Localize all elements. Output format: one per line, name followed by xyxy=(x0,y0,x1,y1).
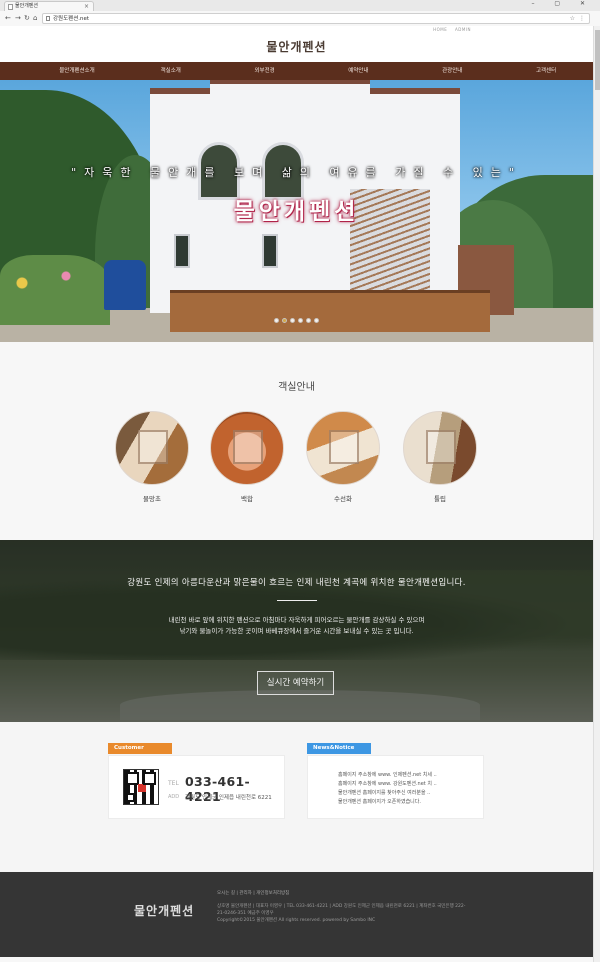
info-section: Customer Center TEL 033-461-4221 ADD 강원도… xyxy=(0,722,593,872)
tab-title: 물안개펜션 xyxy=(15,3,39,9)
nav-item-customer[interactable]: 고객센터 xyxy=(499,62,593,80)
banner-divider xyxy=(277,600,317,601)
banner-text: 내린천 바로 앞에 위치한 펜션으로 아침마다 자욱하게 피어오르는 물안개를 … xyxy=(0,615,593,637)
footer-copyright: Copyright©2015 물안개펜션 All rights reserved… xyxy=(217,918,376,923)
wooden-deck xyxy=(170,290,490,332)
customer-center-badge: Customer Center xyxy=(108,743,172,762)
banner-text-line: 내린천 바로 앞에 위치한 펜션으로 아침마다 자욱하게 피어오르는 물안개를 … xyxy=(168,616,425,624)
site-footer: 물안개펜션 오시는 길 | 관리자 | 개인정보처리방침 상호명 물안개펜션 |… xyxy=(0,872,593,957)
room-card[interactable]: 백합 xyxy=(208,411,286,503)
address-url: 강원도펜션.net xyxy=(53,16,90,22)
browser-menu-icon[interactable]: ⋮ xyxy=(579,14,585,24)
flower-garden xyxy=(0,255,110,325)
tab-bar: 물안개펜션 × – ▢ ✕ xyxy=(0,0,600,11)
room-photo[interactable] xyxy=(306,411,380,485)
window-controls[interactable]: – ▢ ✕ xyxy=(531,0,594,7)
hero-slider: "자욱한 물안개를 보며 삶의 여유를 가질 수 있는" 물안개펜션 xyxy=(0,80,593,342)
news-badge: News&Notice xyxy=(307,743,371,754)
room-name[interactable]: 물망초 xyxy=(113,493,191,503)
browser-chrome: 물안개펜션 × – ▢ ✕ ← → ↻ ⌂ 강원도펜션.net ☆ ⋮ xyxy=(0,0,600,26)
room-name[interactable]: 튤립 xyxy=(401,493,479,503)
slider-dot[interactable] xyxy=(306,318,311,323)
page-scrollbar[interactable] xyxy=(593,26,600,962)
hero-slogan: "자욱한 물안개를 보며 삶의 여유를 가질 수 있는" xyxy=(71,166,522,179)
slider-dot[interactable] xyxy=(290,318,295,323)
browser-tab[interactable]: 물안개펜션 × xyxy=(4,1,94,11)
util-link-home[interactable]: HOME xyxy=(433,27,447,32)
page-favicon-icon xyxy=(8,4,13,10)
browser-toolbar: ← → ↻ ⌂ 강원도펜션.net ☆ ⋮ xyxy=(0,11,600,26)
site-header: HOME ADMIN 물안개펜션 xyxy=(0,26,593,62)
news-box: 홈페이지 주소창에 www. 인제펜션.net 치세 .. 홈페이지 주소창에 … xyxy=(307,755,484,819)
news-list: 홈페이지 주소창에 www. 인제펜션.net 치세 .. 홈페이지 주소창에 … xyxy=(338,771,437,807)
address-bar[interactable]: 강원도펜션.net ☆ ⋮ xyxy=(42,13,590,24)
footer-logo: 물안개펜션 xyxy=(134,904,195,918)
slider-dot[interactable] xyxy=(282,318,287,323)
news-item[interactable]: 홈페이지 주소창에 www. 강원도펜션.net 치 .. xyxy=(338,780,437,789)
room-card[interactable]: 수선화 xyxy=(304,411,382,503)
room-photo[interactable] xyxy=(210,411,284,485)
address-text: 강원도 인제군 인제읍 내린천로 6221 xyxy=(185,795,272,801)
bookmark-star-icon[interactable]: ☆ xyxy=(570,14,575,24)
news-item[interactable]: 홈페이지 주소창에 www. 인제펜션.net 치세 .. xyxy=(338,771,437,780)
tel-label: TEL xyxy=(168,780,179,787)
qr-code[interactable] xyxy=(123,769,159,805)
site-logo[interactable]: 물안개펜션 xyxy=(0,38,593,55)
scrollbar-thumb[interactable] xyxy=(595,30,600,90)
slider-dot[interactable] xyxy=(314,318,319,323)
window xyxy=(262,234,278,268)
rooms-title: 객실안내 xyxy=(278,382,315,393)
room-name[interactable]: 수선화 xyxy=(304,493,382,503)
reload-icon[interactable]: ↻ xyxy=(24,14,30,22)
room-photo[interactable] xyxy=(115,411,189,485)
footer-info-line: 21-0246-351 예금주 이영우 xyxy=(217,911,274,916)
forward-icon[interactable]: → xyxy=(15,14,21,22)
util-link-admin[interactable]: ADMIN xyxy=(455,27,471,32)
intro-banner: 강원도 인제의 아름다운산과 맑은물이 흐르는 인제 내린천 계곡에 위치한 물… xyxy=(0,540,593,722)
room-card[interactable]: 튤립 xyxy=(401,411,479,503)
water-tank xyxy=(104,260,146,310)
slider-dot[interactable] xyxy=(274,318,279,323)
addr-label: ADD xyxy=(168,794,180,800)
room-photo[interactable] xyxy=(403,411,477,485)
room-card[interactable]: 물망초 xyxy=(113,411,191,503)
footer-info: 상호명 물안개펜션 | 대표자 이영우 | TEL 033-461-4221 |… xyxy=(217,903,467,924)
page-icon xyxy=(46,16,50,21)
nav-item-exterior[interactable]: 외부전경 xyxy=(218,62,312,80)
back-icon[interactable]: ← xyxy=(5,14,11,22)
slider-dot[interactable] xyxy=(298,318,303,323)
tab-close-icon[interactable]: × xyxy=(84,2,89,11)
news-item[interactable]: 물안개펜션 홈페이지가 오픈하였습니다. xyxy=(338,798,437,807)
window xyxy=(174,234,190,268)
nav-item-about[interactable]: 물안개펜션소개 xyxy=(30,62,124,80)
reserve-button[interactable]: 실시간 예약하기 xyxy=(257,671,334,695)
home-icon[interactable]: ⌂ xyxy=(33,14,37,22)
banner-title: 강원도 인제의 아름다운산과 맑은물이 흐르는 인제 내린천 계곡에 위치한 물… xyxy=(127,578,466,588)
nav-item-tour[interactable]: 관광안내 xyxy=(405,62,499,80)
nav-item-rooms[interactable]: 객실소개 xyxy=(124,62,218,80)
page: HOME ADMIN 물안개펜션 물안개펜션소개 객실소개 외부전경 예약안내 … xyxy=(0,26,593,962)
util-links: HOME ADMIN xyxy=(427,27,471,32)
upper-roof xyxy=(210,80,370,94)
main-nav: 물안개펜션소개 객실소개 외부전경 예약안내 관광안내 고객센터 xyxy=(0,62,593,80)
banner-text-line: 낚기와 물놀이가 가능한 곳이며 바베큐장에서 즐거운 시간을 보내실 수 있는… xyxy=(179,627,414,635)
customer-center-box: TEL 033-461-4221 ADD 강원도 인제군 인제읍 내린천로 62… xyxy=(108,755,285,819)
rooms-section: 객실안내 물망초 백합 수선화 튤립 xyxy=(0,342,593,540)
news-item[interactable]: 물안개펜션 홈페이지를 찾아주신 여러분을 .. xyxy=(338,789,437,798)
footer-links[interactable]: 오시는 길 | 관리자 | 개인정보처리방침 xyxy=(217,890,289,896)
footer-info-line: 상호명 물안개펜션 | 대표자 이영우 | TEL 033-461-4221 |… xyxy=(217,904,466,909)
slider-pagination xyxy=(0,318,593,323)
hero-title: 물안개펜션 xyxy=(233,198,360,225)
room-name[interactable]: 백합 xyxy=(208,493,286,503)
nav-item-reservation[interactable]: 예약안내 xyxy=(312,62,406,80)
